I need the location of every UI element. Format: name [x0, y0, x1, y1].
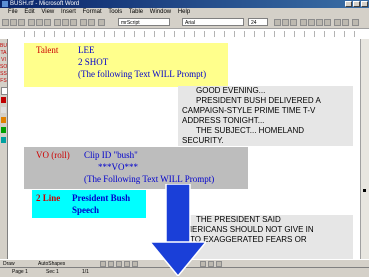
minimize-button[interactable]	[345, 1, 352, 7]
talent-name: LEE	[78, 45, 95, 55]
title-bar: BUSH.rtf - Microsoft Word	[0, 0, 369, 8]
vo-block: VO (roll) Clip ID "bush" ***VO*** (The F…	[24, 147, 248, 189]
close-button[interactable]	[361, 1, 368, 7]
talent-shot: 2 SHOT	[78, 57, 109, 67]
word-app-icon	[2, 1, 8, 7]
justify-icon[interactable]	[324, 19, 331, 26]
swatch-teal[interactable]	[1, 137, 6, 143]
swatch-orange[interactable]	[1, 117, 6, 123]
swatch-green[interactable]	[1, 127, 6, 133]
prompter-text-1: GOOD EVENING... PRESIDENT BUSH DELIVERED…	[178, 86, 353, 146]
menu-table[interactable]: Table	[129, 9, 143, 15]
talent-block: Talent LEE 2 SHOT (The following Text WI…	[24, 43, 228, 87]
zoom-icon[interactable]	[98, 19, 105, 26]
window-title: BUSH.rtf - Microsoft Word	[10, 1, 80, 7]
left-margin-bar: BU TA VI SO SS FS	[0, 39, 8, 259]
margin-label: VI	[1, 57, 6, 63]
swatch-white[interactable]	[1, 87, 8, 95]
copy-icon[interactable]	[62, 19, 69, 26]
super-line-2: Speech	[72, 205, 99, 215]
spelling-icon[interactable]	[44, 19, 51, 26]
style-combo[interactable]: mrScript	[118, 18, 170, 26]
save-icon[interactable]	[18, 19, 25, 26]
vo-label: VO (roll)	[36, 150, 70, 160]
super-line-1: President Bush	[72, 193, 131, 203]
margin-label: TA	[0, 50, 7, 56]
prompt-line: GOOD EVENING...	[196, 86, 266, 95]
new-icon[interactable]	[2, 19, 9, 26]
formatting-toolbar: mrScript Arial 24	[0, 17, 369, 29]
font-size-combo[interactable]: 24	[248, 18, 268, 26]
undo-icon[interactable]	[80, 19, 87, 26]
print-icon[interactable]	[28, 19, 35, 26]
menu-tools[interactable]: Tools	[108, 9, 122, 15]
ruler-scale	[24, 31, 359, 37]
prompt-line: CAMPAIGN-STYLE PRIME TIME T-V	[182, 106, 316, 115]
vo-marker: ***VO***	[98, 162, 138, 172]
open-icon[interactable]	[10, 19, 17, 26]
align-right-icon[interactable]	[316, 19, 323, 26]
down-arrow-icon	[150, 184, 206, 276]
bold-icon[interactable]	[274, 19, 281, 26]
talent-note: (The following Text WILL Prompt)	[78, 69, 207, 79]
numbering-icon[interactable]	[334, 19, 341, 26]
font-combo[interactable]: Arial	[182, 18, 244, 26]
margin-label: SO	[0, 64, 8, 70]
menu-format[interactable]: Format	[83, 9, 102, 15]
cut-icon[interactable]	[54, 19, 61, 26]
vo-clip: Clip ID "bush"	[84, 150, 138, 160]
redo-icon[interactable]	[88, 19, 95, 26]
menu-help[interactable]: Help	[178, 9, 190, 15]
prompt-line: THE SUBJECT... HOMELAND	[196, 126, 305, 135]
scroll-marker	[363, 189, 366, 192]
super-block: 2 Line President Bush Speech	[32, 190, 146, 218]
menu-view[interactable]: View	[41, 9, 54, 15]
menu-window[interactable]: Window	[150, 9, 171, 15]
align-center-icon[interactable]	[308, 19, 315, 26]
vertical-scrollbar[interactable]	[360, 39, 369, 260]
swatch-grey[interactable]	[1, 107, 6, 113]
talent-label: Talent	[36, 45, 59, 55]
prompt-line: SECURITY.	[182, 136, 224, 145]
margin-label: BU	[0, 43, 7, 49]
menu-file[interactable]: File	[8, 9, 18, 15]
menu-insert[interactable]: Insert	[61, 9, 76, 15]
menu-edit[interactable]: Edit	[24, 9, 34, 15]
underline-icon[interactable]	[290, 19, 297, 26]
bullets-icon[interactable]	[342, 19, 349, 26]
maximize-button[interactable]	[353, 1, 360, 7]
align-left-icon[interactable]	[300, 19, 307, 26]
swatch-red[interactable]	[1, 97, 6, 103]
italic-icon[interactable]	[282, 19, 289, 26]
margin-label: FS	[0, 78, 7, 84]
preview-icon[interactable]	[36, 19, 43, 26]
prompt-line: ADDRESS TONIGHT...	[182, 116, 265, 125]
super-label: 2 Line	[36, 193, 61, 203]
highlight-icon[interactable]	[352, 19, 359, 26]
paste-icon[interactable]	[70, 19, 77, 26]
menu-bar: File Edit View Insert Format Tools Table…	[0, 8, 369, 17]
prompt-line: PRESIDENT BUSH DELIVERED A	[196, 96, 321, 105]
margin-label: SS	[0, 71, 7, 77]
